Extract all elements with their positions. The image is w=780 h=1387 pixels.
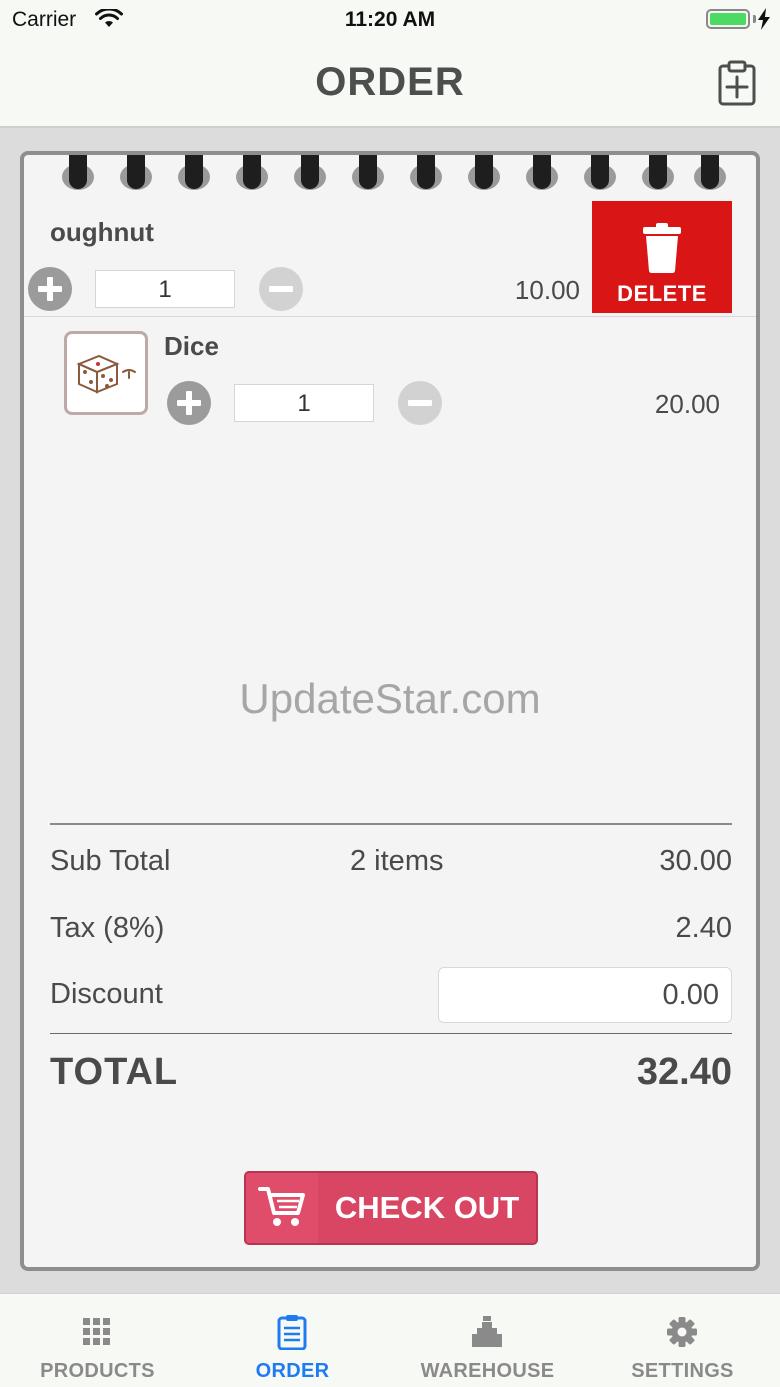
total-divider [50, 1033, 732, 1034]
clipboard-plus-icon[interactable] [718, 60, 756, 106]
order-item-row[interactable]: Dice 1 20.00 [24, 317, 756, 431]
tab-label: SETTINGS [631, 1360, 734, 1382]
order-notebook: oughnut 1 10.00 DELETE Dice 1 20.00 Upda… [20, 151, 760, 1271]
tab-products[interactable]: PRODUCTS [0, 1294, 195, 1387]
tab-label: ORDER [255, 1360, 330, 1382]
spiral-ring [417, 155, 435, 189]
navigation-bar: ORDER [0, 40, 780, 128]
spiral-ring [701, 155, 719, 189]
spiral-ring [69, 155, 87, 189]
cart-icon [258, 1187, 305, 1226]
spiral-ring [475, 155, 493, 189]
decrease-quantity-button[interactable] [259, 267, 303, 311]
status-bar: Carrier 11:20 AM [0, 0, 780, 40]
gear-icon [667, 1317, 697, 1347]
discount-label: Discount [50, 978, 163, 1010]
summary-divider [50, 823, 732, 825]
quantity-field[interactable]: 1 [234, 384, 374, 422]
checkout-icon-area [246, 1173, 318, 1243]
spiral-ring [359, 155, 377, 189]
tab-bar: PRODUCTS ORDER WAREHOUSE SETTINGS [0, 1293, 780, 1387]
tax-label: Tax (8%) [50, 912, 165, 944]
total-value: 32.40 [636, 1051, 732, 1093]
delete-label: DELETE [617, 281, 707, 306]
item-count: 2 items [350, 845, 444, 877]
spiral-ring [243, 155, 261, 189]
watermark-text: UpdateStar.com [239, 675, 541, 722]
item-name: Dice [164, 331, 219, 361]
subtotal-value: 30.00 [659, 845, 732, 877]
trash-icon [643, 223, 681, 273]
discount-field[interactable]: 0.00 [438, 967, 732, 1023]
product-thumbnail [64, 331, 148, 415]
tab-order[interactable]: ORDER [195, 1294, 390, 1387]
tab-label: PRODUCTS [40, 1360, 155, 1382]
spiral-ring [127, 155, 145, 189]
tab-warehouse[interactable]: WAREHOUSE [390, 1294, 585, 1387]
item-price: 20.00 [654, 389, 720, 419]
spiral-ring [533, 155, 551, 189]
tab-settings[interactable]: SETTINGS [585, 1294, 780, 1387]
grid-icon [83, 1318, 110, 1345]
item-name: oughnut [50, 217, 154, 247]
charging-bolt-icon [758, 8, 770, 30]
clipboard-list-icon [277, 1315, 307, 1350]
total-label: TOTAL [50, 1051, 179, 1093]
spiral-ring [301, 155, 319, 189]
battery-cap [753, 15, 756, 23]
battery-icon [706, 9, 750, 29]
warehouse-icon [472, 1316, 502, 1347]
spiral-ring [185, 155, 203, 189]
tab-label: WAREHOUSE [420, 1360, 555, 1382]
checkout-label: CHECK OUT [334, 1190, 520, 1225]
increase-quantity-button[interactable] [167, 381, 211, 425]
dice-icon [76, 354, 136, 394]
tax-value: 2.40 [675, 912, 732, 944]
checkout-button[interactable]: CHECK OUT [244, 1171, 538, 1245]
spiral-ring [591, 155, 609, 189]
spiral-ring [649, 155, 667, 189]
increase-quantity-button[interactable] [28, 267, 72, 311]
page-title: ORDER [315, 60, 465, 104]
quantity-field[interactable]: 1 [95, 270, 235, 308]
decrease-quantity-button[interactable] [398, 381, 442, 425]
delete-button[interactable]: DELETE [592, 201, 732, 313]
item-price: 10.00 [514, 275, 580, 305]
subtotal-label: Sub Total [50, 845, 171, 877]
status-time: 11:20 AM [344, 8, 436, 31]
